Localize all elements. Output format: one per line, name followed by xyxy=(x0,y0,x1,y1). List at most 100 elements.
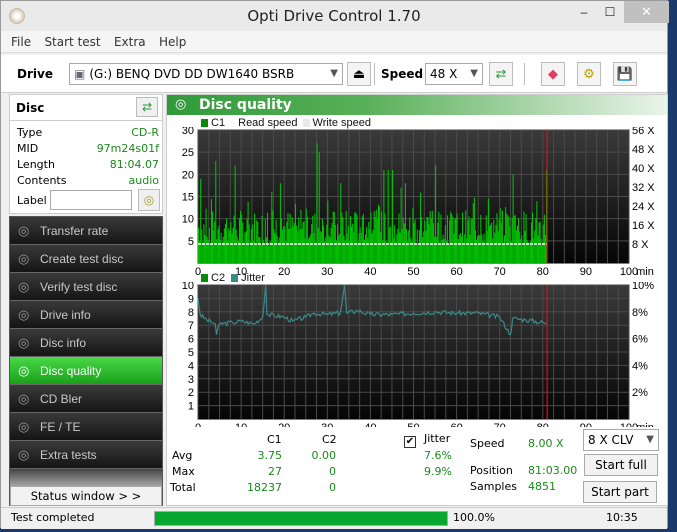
c1-bar xyxy=(411,241,413,263)
c1-bar xyxy=(268,245,270,263)
c1-bar xyxy=(324,241,326,263)
c1-bar xyxy=(342,217,344,263)
nav-disc-info[interactable]: ◎ Disc info xyxy=(10,329,162,357)
y-tick-label: 5 xyxy=(188,347,194,359)
refresh-disc-button[interactable]: ⇄ xyxy=(136,97,158,117)
c1-bar xyxy=(539,221,541,263)
menu-start-test[interactable]: Start test xyxy=(39,31,105,53)
c1-bar xyxy=(280,218,283,263)
c1-bar xyxy=(457,239,459,263)
start-part-button[interactable]: Start part xyxy=(583,481,657,503)
samples-label: Samples xyxy=(470,480,517,493)
title-bar: Opti Drive Control 1.70 – ☐ ✕ xyxy=(1,1,669,31)
samples-value: 4851 xyxy=(528,480,556,493)
c1-bar xyxy=(286,221,288,263)
c1-bar xyxy=(508,216,510,263)
c1-bar xyxy=(359,227,361,263)
c1-bar xyxy=(320,231,322,263)
c1-bar xyxy=(458,234,460,263)
c1-bar xyxy=(447,244,450,263)
c1-bar xyxy=(228,228,230,263)
y2-tick-label: 8% xyxy=(632,307,648,319)
start-full-button[interactable]: Start full xyxy=(584,454,658,476)
c1-bar xyxy=(340,183,342,263)
panel-header: ◎ Disc quality xyxy=(167,95,667,115)
drive-select[interactable]: ▣ (G:) BENQ DVD DD DW1640 BSRB ▼ xyxy=(69,63,343,85)
menu-file[interactable]: File xyxy=(6,31,36,53)
c1-bar xyxy=(231,233,233,263)
label-field-label: Label xyxy=(17,194,47,207)
x-tick-label: 10 xyxy=(235,422,247,427)
nav-drive-info[interactable]: ◎ Drive info xyxy=(10,301,162,329)
c1-bar xyxy=(472,203,474,263)
c1-bar xyxy=(507,215,509,263)
c1-bar xyxy=(336,224,339,263)
x-tick-label: 90 xyxy=(580,266,592,275)
eject-button[interactable]: ⏏ xyxy=(347,62,371,86)
c1-bar xyxy=(353,232,355,263)
jitter-toggle[interactable]: ✔ Jitter xyxy=(404,432,450,448)
c1-bar xyxy=(477,236,479,263)
c1-bar xyxy=(315,242,317,263)
c1-bar xyxy=(276,235,278,263)
c1-bar xyxy=(435,165,437,263)
speed-select[interactable]: 48 X ▼ xyxy=(425,63,483,85)
y-tick-label: 25 xyxy=(182,147,194,159)
nav-extra-tests[interactable]: ◎ Extra tests xyxy=(10,441,162,469)
close-button[interactable]: ✕ xyxy=(624,1,669,23)
c1-bar xyxy=(450,211,452,263)
nav-fe-te[interactable]: ◎ FE / TE xyxy=(10,413,162,441)
c1-bar xyxy=(288,229,290,263)
refresh-speed-button[interactable]: ⇄ xyxy=(489,62,513,86)
c1-bar xyxy=(497,231,499,263)
maximize-button[interactable]: ☐ xyxy=(595,1,625,23)
c1-bar xyxy=(368,221,370,263)
drive-label: Drive xyxy=(17,67,53,81)
x-tick-label: 50 xyxy=(407,266,419,275)
c1-bar xyxy=(205,208,207,263)
c1-bar xyxy=(214,221,216,263)
test-speed-select[interactable]: 8 X CLV ▼ xyxy=(583,429,659,451)
nav-cd-bler[interactable]: ◎ CD Bler xyxy=(10,385,162,413)
nav-transfer-rate[interactable]: ◎ Transfer rate xyxy=(10,217,162,245)
speed-value: 8.00 X xyxy=(528,437,564,450)
test-speed-value: 8 X CLV xyxy=(588,433,634,447)
c1-bar xyxy=(460,236,462,263)
c1-bar xyxy=(431,210,433,263)
erase-button[interactable]: ◆ xyxy=(541,62,565,86)
chevron-down-icon: ▼ xyxy=(646,434,654,445)
y2-tick-label: 10% xyxy=(632,282,654,292)
c1-bar xyxy=(198,227,200,263)
c1-bar xyxy=(243,244,245,263)
c1-bar xyxy=(483,233,485,263)
c1-bar xyxy=(536,201,538,263)
c1-bar xyxy=(488,226,491,263)
c1-bar xyxy=(222,236,224,263)
c1-bar xyxy=(543,214,545,263)
nav-disc-quality[interactable]: ◎ Disc quality xyxy=(10,357,162,385)
avg-label: Avg xyxy=(172,449,193,462)
nav-create-test-disc[interactable]: ◎ Create test disc xyxy=(10,245,162,273)
c1-bar xyxy=(516,225,519,263)
save-button[interactable]: 💾 xyxy=(613,62,637,86)
avg-c1: 3.75 xyxy=(257,449,283,462)
c1-bar xyxy=(284,226,286,263)
menu-extra[interactable]: Extra xyxy=(109,31,151,53)
separator xyxy=(524,63,525,85)
c1-bar xyxy=(221,242,223,263)
c1-bar xyxy=(242,222,244,263)
c1-bar xyxy=(528,242,530,263)
settings-button[interactable]: ⚙ xyxy=(577,62,601,86)
c1-bar xyxy=(461,212,464,263)
nav-verify-test-disc[interactable]: ◎ Verify test disc xyxy=(10,273,162,301)
status-window-button[interactable]: Status window > > xyxy=(10,486,162,506)
jitter-checkbox[interactable]: ✔ xyxy=(404,436,416,448)
c1-bar xyxy=(254,213,256,263)
y-tick-label: 10 xyxy=(182,282,194,292)
c1-bar xyxy=(504,235,506,263)
disc-label-button[interactable]: ◎ xyxy=(138,189,160,211)
label-input[interactable] xyxy=(50,190,132,210)
c1-bar xyxy=(360,232,362,263)
menu-help[interactable]: Help xyxy=(154,31,191,53)
c1-bar xyxy=(459,233,461,263)
